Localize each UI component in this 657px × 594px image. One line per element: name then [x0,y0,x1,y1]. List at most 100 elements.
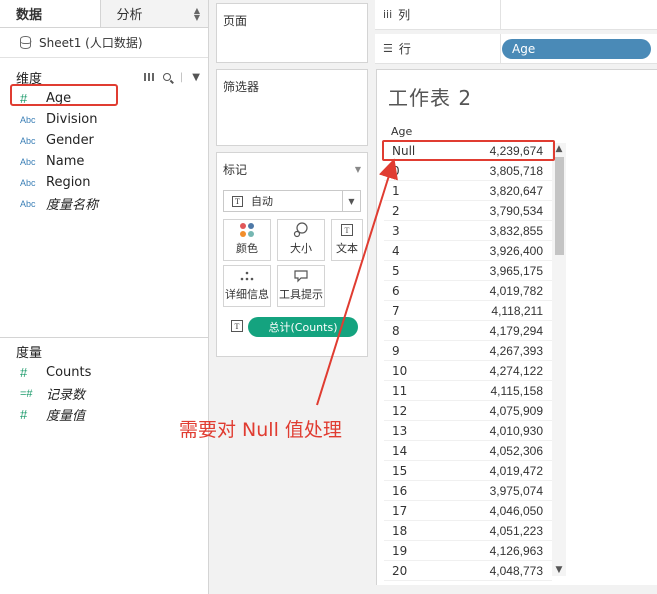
tooltip-label: 工具提示 [279,288,323,301]
tooltip-button[interactable]: 工具提示 [277,265,325,307]
value-cell: 3,790,534 [489,203,543,218]
table-row[interactable]: 11 4,115,158 [384,381,552,401]
columns-icon: iii [383,8,393,21]
table-row[interactable]: 15 4,019,472 [384,461,552,481]
table-row[interactable]: 16 3,975,074 [384,481,552,501]
table-row[interactable]: 0 3,805,718 [384,161,552,181]
table-row[interactable]: 13 4,010,930 [384,421,552,441]
table-row[interactable]: 3 3,832,855 [384,221,552,241]
data-source[interactable]: Sheet1 (人口数据) [0,28,208,58]
text-label-button[interactable]: T 文本 [331,219,363,261]
row-header-cell: 15 [392,463,408,478]
value-cell: 3,926,400 [489,243,543,258]
value-cell: 3,832,855 [489,223,543,238]
value-cell: 3,965,175 [489,263,543,278]
age-highlight-box [10,84,118,106]
field-label: 度量名称 [46,198,99,213]
list-view-icon[interactable] [143,73,154,81]
filters-card[interactable]: 筛选器 [216,69,368,146]
measures-section: 度量 # Counts =# 记录数 # 度量值 [0,340,209,425]
value-cell: 3,975,074 [489,483,543,498]
tab-data-label: 数据 [16,8,43,23]
search-icon[interactable] [162,73,171,81]
value-cell: 3,820,647 [489,183,543,198]
row-header-cell: 12 [392,403,408,418]
mark-type-value: 自动 [251,195,273,208]
filters-title: 筛选器 [223,80,260,94]
table-row[interactable]: 1 3,820,647 [384,181,552,201]
age-row-pill[interactable]: Age [502,39,651,59]
row-header-cell: 6 [392,283,400,298]
tab-analysis[interactable]: 分析 ▲ ▼ [99,0,208,27]
marks-menu-icon[interactable]: ▼ [355,165,361,174]
dropdown-arrow-icon[interactable]: ▼ [192,72,200,83]
table-row[interactable]: 2 3,790,534 [384,201,552,221]
dimension-field-name[interactable]: Abc Name [0,151,208,172]
columns-shelf[interactable]: iii 列 [375,0,657,30]
value-cell: 4,115,158 [490,383,544,398]
row-header-cell: 19 [392,543,408,558]
value-cell: 4,048,773 [489,563,543,578]
row-header-cell: 1 [392,183,400,198]
columns-label: 列 [398,8,411,22]
dropdown-arrow-icon[interactable]: ▼ [342,191,360,211]
table-row[interactable]: 7 4,118,211 [384,301,552,321]
pane-tabs: 数据 分析 ▲ ▼ [0,0,208,28]
pages-card[interactable]: 页面 [216,3,368,63]
null-row-highlight-box [382,140,555,161]
text-icon: Abc [20,135,36,146]
measure-field-counts[interactable]: # Counts [0,362,209,383]
value-cell: 4,010,930 [489,423,543,438]
dimension-field-measure-names[interactable]: Abc 度量名称 [0,193,208,214]
table-row[interactable]: 14 4,052,306 [384,441,552,461]
column-header-age[interactable]: Age [391,125,412,138]
table-row[interactable]: 20 4,048,773 [384,561,552,581]
size-button[interactable]: 大小 [277,219,325,261]
up-down-arrows-icon[interactable]: ▲ ▼ [194,6,200,21]
tab-data[interactable]: 数据 [0,0,100,27]
table-row[interactable]: 12 4,075,909 [384,401,552,421]
data-source-label: Sheet1 (人口数据) [39,36,143,50]
scroll-down-icon[interactable]: ▼ [552,564,566,576]
vertical-scrollbar[interactable]: ▲ ▼ [552,143,566,576]
text-label-label: 文本 [336,242,358,255]
table-row[interactable]: 19 4,126,963 [384,541,552,561]
dimension-field-division[interactable]: Abc Division [0,109,208,130]
table-row[interactable]: 17 4,046,050 [384,501,552,521]
marks-card: 标记 ▼ T 自动 ▼ 颜色 大小 T 文本 详细信息 工具提示 T 总计(Co… [216,152,368,357]
text-icon: Abc [20,198,36,209]
value-cell: 4,019,782 [489,283,543,298]
detail-label: 详细信息 [225,288,269,301]
marks-title: 标记 [223,163,248,177]
measures-header: 度量 [0,340,209,362]
size-label: 大小 [290,242,312,255]
measure-field-measure-values[interactable]: # 度量值 [0,404,209,425]
value-cell: 4,179,294 [489,323,543,338]
measure-field-record-count[interactable]: =# 记录数 [0,383,209,404]
scroll-thumb[interactable] [555,157,564,255]
dimension-field-region[interactable]: Abc Region [0,172,208,193]
table-row[interactable]: 9 4,267,393 [384,341,552,361]
table-row[interactable]: 8 4,179,294 [384,321,552,341]
table-row[interactable]: 10 4,274,122 [384,361,552,381]
tab-analysis-label: 分析 [116,8,143,23]
dimension-field-gender[interactable]: Abc Gender [0,130,208,151]
field-label: 度量值 [46,409,86,424]
table-row[interactable]: 4 3,926,400 [384,241,552,261]
color-button[interactable]: 颜色 [223,219,271,261]
row-header-cell: 11 [392,383,408,398]
rows-shelf[interactable]: ☰ 行 Age [375,33,657,64]
detail-button[interactable]: 详细信息 [223,265,271,307]
mark-type-select[interactable]: T 自动 ▼ [223,190,361,212]
total-counts-pill[interactable]: 总计(Counts) [248,317,358,337]
table-row[interactable]: 5 3,965,175 [384,261,552,281]
field-label: Region [46,175,91,190]
sheet-title: 工作表 2 [388,86,473,110]
table-row[interactable]: 18 4,051,223 [384,521,552,541]
field-label: Gender [46,133,94,148]
value-cell: 4,274,122 [489,363,543,378]
row-header-cell: 7 [392,303,400,318]
measures-title: 度量 [16,345,43,361]
color-label: 颜色 [236,242,258,255]
table-row[interactable]: 6 4,019,782 [384,281,552,301]
